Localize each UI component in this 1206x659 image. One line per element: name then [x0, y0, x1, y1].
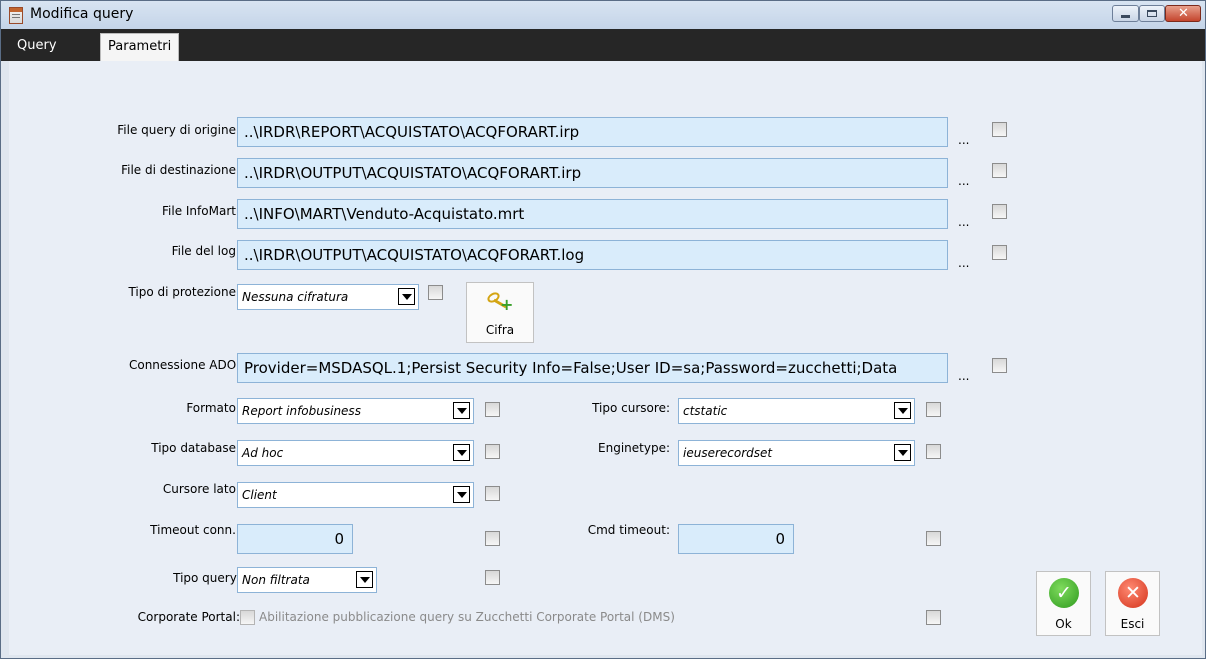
browse-button-ado[interactable]: ... — [958, 369, 969, 383]
tipo-query-label: Tipo query: — [173, 571, 240, 585]
connessione-ado-checkbox[interactable] — [992, 358, 1007, 373]
corporate-portal-checkbox-label: Abilitazione pubblicazione query su Zucc… — [259, 610, 675, 624]
file-query-origine-label: File query di origine: — [117, 123, 240, 137]
enginetype-value: ieuserecordset — [683, 446, 773, 460]
maximize-button[interactable] — [1139, 5, 1165, 22]
tipo-cursore-value: ctstatic — [683, 404, 728, 418]
tipo-database-checkbox[interactable] — [485, 444, 500, 459]
cifra-button-label: Cifra — [485, 323, 515, 337]
tipo-query-select[interactable]: Non filtrata — [237, 567, 377, 593]
tab-parametri[interactable]: Parametri — [100, 33, 180, 61]
minimize-icon — [1121, 15, 1130, 18]
file-infomart-checkbox[interactable] — [992, 204, 1007, 219]
file-destinazione-checkbox[interactable] — [992, 163, 1007, 178]
tipo-cursore-checkbox[interactable] — [926, 402, 941, 417]
file-destinazione-label: File di destinazione: — [121, 163, 240, 177]
file-query-origine-field[interactable]: ..\IRDR\REPORT\ACQUISTATO\ACQFORART.irp — [237, 117, 948, 147]
close-button[interactable]: ✕ — [1165, 5, 1201, 22]
cmd-timeout-checkbox[interactable] — [926, 531, 941, 546]
corporate-portal-enable-checkbox[interactable] — [240, 610, 255, 625]
parametri-panel: File query di origine: ..\IRDR\REPORT\AC… — [9, 61, 1202, 655]
connessione-ado-label: Connessione ADO: — [128, 358, 240, 372]
tipo-protezione-value: Nessuna cifratura — [242, 290, 349, 304]
chevron-down-icon[interactable] — [453, 444, 470, 461]
cursore-lato-checkbox[interactable] — [485, 486, 500, 501]
tipo-database-value: Ad hoc — [242, 446, 284, 460]
cmd-timeout-label: Cmd timeout: — [587, 523, 670, 537]
chevron-down-icon[interactable] — [398, 288, 415, 305]
modifica-query-window: Modifica query ✕ Query Parametri File qu… — [0, 0, 1206, 659]
file-log-checkbox[interactable] — [992, 245, 1007, 260]
connessione-ado-field[interactable]: Provider=MSDASQL.1;Persist Security Info… — [237, 353, 948, 383]
ok-button[interactable]: ✓ Ok — [1036, 571, 1091, 636]
timeout-conn-label: Timeout conn.: — [150, 523, 240, 537]
file-infomart-field[interactable]: ..\INFO\MART\Venduto-Acquistato.mrt — [237, 199, 948, 229]
formato-label: Formato: — [186, 401, 240, 415]
app-icon — [9, 7, 23, 24]
browse-button-origine[interactable]: ... — [958, 133, 969, 147]
tipo-protezione-label: Tipo di protezione: — [128, 285, 240, 299]
tipo-protezione-checkbox[interactable] — [428, 285, 443, 300]
cifra-button[interactable]: + Cifra — [466, 282, 534, 343]
file-query-origine-checkbox[interactable] — [992, 122, 1007, 137]
file-destinazione-field[interactable]: ..\IRDR\OUTPUT\ACQUISTATO\ACQFORART.irp — [237, 158, 948, 188]
key-add-icon: + — [485, 290, 513, 314]
tipo-database-select[interactable]: Ad hoc — [237, 440, 474, 466]
cursore-lato-value: Client — [242, 488, 277, 502]
timeout-conn-checkbox[interactable] — [485, 531, 500, 546]
corporate-portal-label: Corporate Portal: — [137, 610, 240, 624]
cursore-lato-label: Cursore lato: — [162, 482, 240, 496]
chevron-down-icon[interactable] — [356, 571, 373, 588]
ok-button-label: Ok — [1055, 617, 1072, 631]
minimize-button[interactable] — [1112, 5, 1139, 22]
tipo-query-checkbox[interactable] — [485, 570, 500, 585]
tipo-cursore-select[interactable]: ctstatic — [678, 398, 915, 424]
esci-button[interactable]: ✕ Esci — [1105, 571, 1160, 636]
enginetype-label: Enginetype: — [598, 441, 670, 455]
file-infomart-label: File InfoMart: — [162, 204, 240, 218]
window-title: Modifica query — [30, 6, 134, 22]
chevron-down-icon[interactable] — [453, 402, 470, 419]
chevron-down-icon[interactable] — [894, 444, 911, 461]
browse-button-destinazione[interactable]: ... — [958, 174, 969, 188]
check-icon: ✓ — [1049, 578, 1079, 608]
tab-bar: Query Parametri — [1, 29, 1205, 61]
tipo-cursore-label: Tipo cursore: — [592, 401, 670, 415]
cancel-icon: ✕ — [1118, 578, 1148, 608]
chevron-down-icon[interactable] — [894, 402, 911, 419]
cursore-lato-select[interactable]: Client — [237, 482, 474, 508]
browse-button-log[interactable]: ... — [958, 256, 969, 270]
tab-query[interactable]: Query — [10, 33, 64, 61]
timeout-conn-field[interactable]: 0 — [237, 524, 353, 554]
file-log-field[interactable]: ..\IRDR\OUTPUT\ACQUISTATO\ACQFORART.log — [237, 240, 948, 270]
corporate-portal-checkbox[interactable] — [926, 610, 941, 625]
file-log-label: File del log: — [171, 244, 240, 258]
tipo-protezione-select[interactable]: Nessuna cifratura — [237, 284, 419, 310]
formato-select[interactable]: Report infobusiness — [237, 398, 474, 424]
esci-button-label: Esci — [1120, 617, 1145, 631]
formato-checkbox[interactable] — [485, 402, 500, 417]
formato-value: Report infobusiness — [242, 404, 361, 418]
enginetype-select[interactable]: ieuserecordset — [678, 440, 915, 466]
close-icon: ✕ — [1178, 6, 1189, 21]
maximize-icon — [1147, 10, 1157, 17]
chevron-down-icon[interactable] — [453, 486, 470, 503]
enginetype-checkbox[interactable] — [926, 444, 941, 459]
browse-button-infomart[interactable]: ... — [958, 215, 969, 229]
cmd-timeout-field[interactable]: 0 — [678, 524, 794, 554]
tipo-database-label: Tipo database: — [151, 441, 240, 455]
title-bar: Modifica query ✕ — [1, 1, 1205, 29]
tipo-query-value: Non filtrata — [242, 573, 310, 587]
